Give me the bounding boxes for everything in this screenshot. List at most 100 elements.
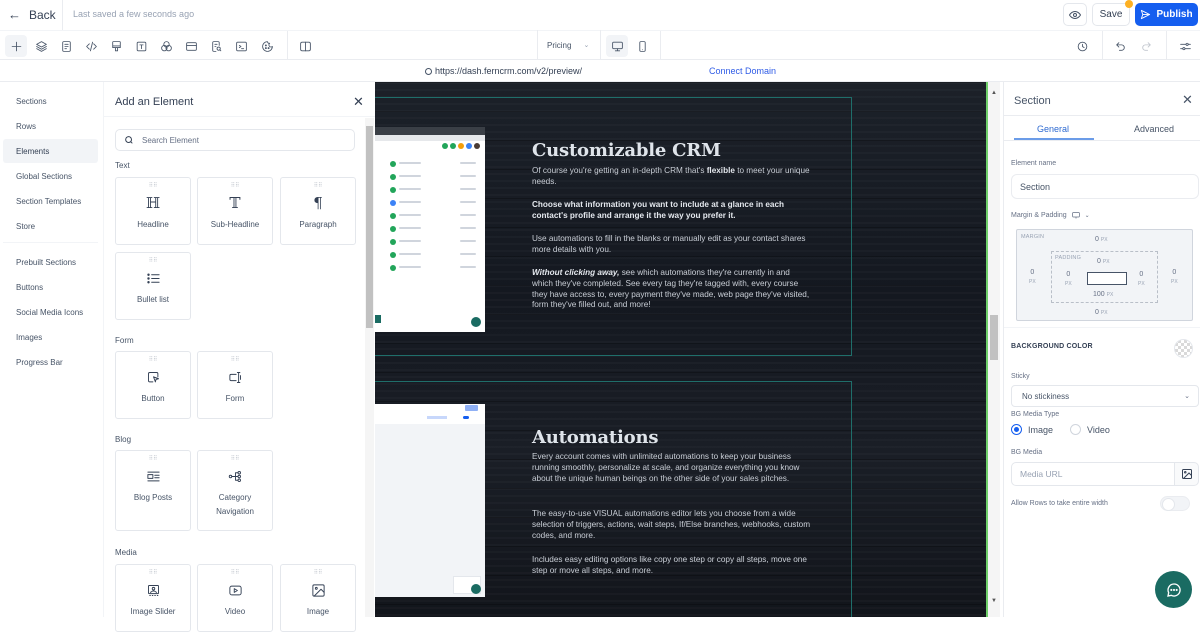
drag-handle-icon[interactable]: ⠿⠿ — [149, 456, 158, 462]
search-element-field[interactable] — [115, 129, 355, 151]
desktop-view-button[interactable] — [606, 35, 628, 57]
scrollbar-thumb[interactable] — [366, 126, 373, 328]
tracking-code-tool[interactable] — [230, 35, 252, 57]
nav-item-store[interactable]: Store — [3, 214, 98, 238]
drag-handle-icon[interactable]: ⠿⠿ — [231, 456, 240, 462]
element-card-blog-posts[interactable]: ⠿⠿ Blog Posts — [115, 450, 191, 531]
scroll-down-icon[interactable]: ▼ — [991, 598, 997, 604]
desktop-icon[interactable] — [1071, 211, 1081, 220]
section-title-crm[interactable]: Customizable CRM — [532, 140, 721, 161]
element-card-video[interactable]: ⠿⠿ Video — [197, 564, 273, 632]
radio-video[interactable]: Video — [1070, 424, 1110, 435]
back-button[interactable]: ← Back — [8, 7, 56, 22]
element-card-image-slider[interactable]: ⠿⠿ Image Slider — [115, 564, 191, 632]
close-icon[interactable]: ✕ — [353, 94, 364, 110]
pages-tool[interactable] — [55, 35, 77, 57]
search-element-input[interactable] — [142, 135, 342, 145]
close-icon[interactable]: ✕ — [1182, 92, 1193, 108]
publish-button[interactable]: Publish — [1135, 3, 1198, 26]
drag-handle-icon[interactable]: ⠿⠿ — [231, 570, 240, 576]
radio-button-selected[interactable] — [1011, 424, 1022, 435]
section-paragraph[interactable]: The easy-to-use VISUAL automations edito… — [532, 509, 812, 541]
radio-image[interactable]: Image — [1011, 424, 1053, 435]
drag-handle-icon[interactable]: ⠿⠿ — [314, 183, 323, 189]
nav-item-prebuilt-sections[interactable]: Prebuilt Sections — [3, 250, 98, 274]
connect-domain-link[interactable]: Connect Domain — [709, 66, 776, 76]
margin-bottom-value[interactable]: 0 PX — [1095, 308, 1108, 318]
nav-item-social-media-icons[interactable]: Social Media Icons — [3, 300, 98, 324]
section-paragraph[interactable]: Choose what information you want to incl… — [532, 200, 812, 222]
save-button[interactable]: Save — [1092, 3, 1130, 26]
element-card-headline[interactable]: ⠿⠿ ℍ Headline — [115, 177, 191, 245]
element-card-image[interactable]: ⠿⠿ Image — [280, 564, 356, 632]
nav-item-progress-bar[interactable]: Progress Bar — [3, 350, 98, 374]
section-paragraph[interactable]: Includes easy editing options like copy … — [532, 555, 812, 577]
redo-button[interactable] — [1135, 35, 1157, 57]
nav-item-sections[interactable]: Sections — [3, 89, 98, 113]
padding-top-value[interactable]: 0 PX — [1097, 257, 1110, 267]
section-paragraph[interactable]: Without clicking away, see which automat… — [532, 268, 812, 311]
layers-tool[interactable] — [30, 35, 52, 57]
settings-button[interactable] — [1174, 35, 1196, 57]
preview-button[interactable] — [1063, 3, 1087, 26]
page-canvas[interactable]: Customizable CRM Of course you're gettin… — [375, 82, 986, 617]
colors-tool[interactable] — [155, 35, 177, 57]
tab-advanced[interactable]: Advanced — [1134, 124, 1174, 134]
drag-handle-icon[interactable]: ⠿⠿ — [149, 357, 158, 363]
drag-handle-icon[interactable]: ⠿⠿ — [231, 357, 240, 363]
sticky-select[interactable]: No stickiness ⌄ — [1011, 385, 1199, 407]
sections-tool[interactable] — [180, 35, 202, 57]
element-card-category-navigation[interactable]: ⠿⠿ Category Navigation — [197, 450, 273, 531]
chevron-down-icon[interactable]: ⌄ — [1085, 212, 1090, 219]
nav-item-elements[interactable]: Elements — [3, 139, 98, 163]
add-element-tool[interactable] — [5, 35, 27, 57]
custom-code-tool[interactable] — [80, 35, 102, 57]
padding-right-value[interactable]: 0 PX — [1138, 270, 1145, 289]
drag-handle-icon[interactable]: ⠿⠿ — [314, 570, 323, 576]
margin-right-value[interactable]: 0 PX — [1171, 268, 1178, 287]
section-paragraph[interactable]: Of course you're getting an in-depth CRM… — [532, 166, 812, 188]
margin-top-value[interactable]: 0 PX — [1095, 235, 1108, 245]
nav-item-images[interactable]: Images — [3, 325, 98, 349]
element-card-paragraph[interactable]: ⠿⠿ ¶ Paragraph — [280, 177, 356, 245]
crm-screenshot-image[interactable] — [375, 127, 485, 332]
section-paragraph[interactable]: Use automations to fill in the blanks or… — [532, 234, 812, 256]
canvas-scrollbar[interactable]: ▲ ▼ — [986, 82, 1000, 617]
element-card-bullet-list[interactable]: ⠿⠿ Bullet list — [115, 252, 191, 320]
padding-bottom-value[interactable]: 100 PX — [1093, 290, 1113, 300]
element-card-sub-headline[interactable]: ⠿⠿ 𝕋 Sub-Headline — [197, 177, 273, 245]
media-picker-button[interactable] — [1174, 462, 1199, 486]
drag-handle-icon[interactable]: ⠿⠿ — [149, 258, 158, 264]
cookie-consent-tool[interactable] — [256, 35, 278, 57]
media-url-field[interactable] — [1011, 462, 1176, 486]
tab-general[interactable]: General — [1037, 124, 1069, 134]
seo-tool[interactable] — [205, 35, 227, 57]
scrollbar-thumb[interactable] — [990, 315, 998, 360]
preview-url[interactable]: https://dash.ferncrm.com/v2/preview/ — [425, 66, 582, 76]
chat-button[interactable] — [1155, 571, 1192, 608]
allow-rows-toggle[interactable] — [1160, 496, 1190, 511]
margin-left-value[interactable]: 0 PX — [1029, 268, 1036, 287]
section-paragraph[interactable]: Every account comes with unlimited autom… — [532, 452, 812, 484]
padding-left-value[interactable]: 0 PX — [1065, 270, 1072, 289]
history-button[interactable] — [1071, 35, 1093, 57]
section-title-automations[interactable]: Automations — [532, 427, 658, 448]
background-color-swatch[interactable] — [1174, 339, 1193, 358]
drag-handle-icon[interactable]: ⠿⠿ — [231, 183, 240, 189]
mobile-view-button[interactable] — [631, 35, 653, 57]
element-card-button[interactable]: ⠿⠿ Button — [115, 351, 191, 419]
nav-item-rows[interactable]: Rows — [3, 114, 98, 138]
typography-tool[interactable] — [130, 35, 152, 57]
panel-scrollbar[interactable] — [365, 118, 374, 617]
radio-button[interactable] — [1070, 424, 1081, 435]
media-url-input[interactable] — [1020, 469, 1170, 479]
scroll-up-icon[interactable]: ▲ — [991, 90, 997, 96]
page-select[interactable]: Pricing ⌄ — [537, 30, 601, 60]
element-name-input[interactable]: Section — [1011, 174, 1199, 199]
nav-item-section-templates[interactable]: Section Templates — [3, 189, 98, 213]
nav-item-global-sections[interactable]: Global Sections — [3, 164, 98, 188]
drag-handle-icon[interactable]: ⠿⠿ — [149, 570, 158, 576]
drag-handle-icon[interactable]: ⠿⠿ — [149, 183, 158, 189]
element-card-form[interactable]: ⠿⠿ Form — [197, 351, 273, 419]
styles-tool[interactable] — [105, 35, 127, 57]
